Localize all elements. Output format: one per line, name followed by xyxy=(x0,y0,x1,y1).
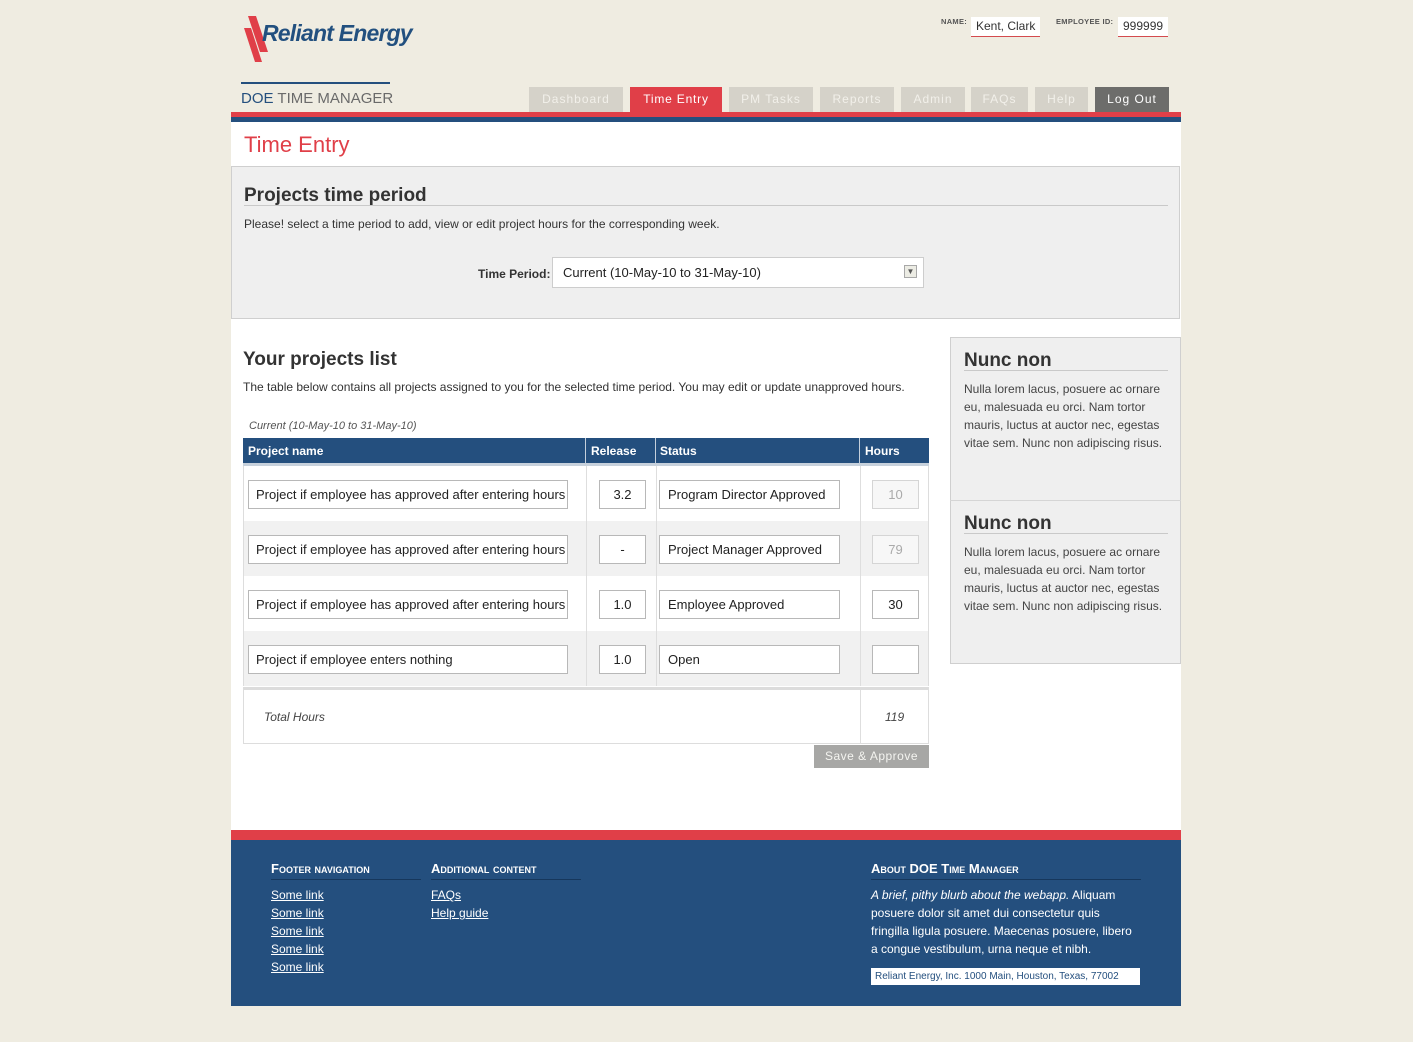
projects-list-description: The table below contains all projects as… xyxy=(243,380,905,394)
sidebar-block-title: Nunc non xyxy=(964,513,1052,534)
nav-faqs[interactable]: FAQs xyxy=(971,87,1028,112)
sidebar-block-text: Nulla lorem lacus, posuere ac ornare eu,… xyxy=(964,545,1163,613)
footer-about-title: About DOE Time Manager xyxy=(871,861,1141,880)
project-name-field[interactable]: Project if employee has approved after e… xyxy=(248,590,568,619)
column-header-project-name: Project name xyxy=(248,444,324,458)
employee-name-value: Kent, Clark xyxy=(971,17,1040,37)
table-row: Project if employee has approved after e… xyxy=(243,576,929,631)
table-header: Project name Release Status Hours xyxy=(243,438,929,466)
time-period-rule xyxy=(244,205,1168,206)
footer-link[interactable]: Some link xyxy=(271,924,324,938)
table-caption: Current (10-May-10 to 31-May-10) xyxy=(249,420,417,432)
cell-divider xyxy=(656,521,657,576)
nav-reports[interactable]: Reports xyxy=(820,87,894,112)
footer-link-help-guide[interactable]: Help guide xyxy=(431,906,488,920)
nav-log-out[interactable]: Log Out xyxy=(1095,87,1169,112)
status-field[interactable]: Project Manager Approved xyxy=(659,535,840,564)
sidebar-block-title: Nunc non xyxy=(964,350,1052,371)
cell-divider xyxy=(586,466,587,521)
nav-dashboard[interactable]: Dashboard xyxy=(529,87,623,112)
nav-help[interactable]: Help xyxy=(1035,87,1088,112)
time-period-title: Projects time period xyxy=(244,185,427,206)
footer-address: Reliant Energy, Inc. 1000 Main, Houston,… xyxy=(871,968,1140,985)
footer-band-red xyxy=(231,830,1181,840)
total-hours-label: Total Hours xyxy=(264,710,325,724)
time-period-description: Please! select a time period to add, vie… xyxy=(244,217,720,231)
app-title-suffix: TIME MANAGER xyxy=(277,90,394,107)
release-field[interactable]: 1.0 xyxy=(599,645,646,674)
column-divider xyxy=(585,438,586,463)
sidebar-block-text: Nulla lorem lacus, posuere ac ornare eu,… xyxy=(964,382,1163,450)
release-field[interactable]: - xyxy=(599,535,646,564)
dropdown-arrow-icon[interactable]: ▼ xyxy=(904,265,917,278)
footer-link[interactable]: Some link xyxy=(271,960,324,974)
logo-text: Reliant Energy xyxy=(262,20,413,46)
status-field[interactable]: Open xyxy=(659,645,840,674)
cell-divider xyxy=(860,521,861,576)
hours-field[interactable]: 30 xyxy=(872,590,919,619)
time-period-label: Time Period: xyxy=(478,267,551,281)
app-title-prefix: DOE xyxy=(241,90,274,107)
nav-admin[interactable]: Admin xyxy=(901,87,965,112)
project-name-field[interactable]: Project if employee has approved after e… xyxy=(248,480,568,509)
time-period-select[interactable]: Current (10-May-10 to 31-May-10) xyxy=(552,257,924,288)
release-field[interactable]: 3.2 xyxy=(599,480,646,509)
total-hours-value: 119 xyxy=(885,710,905,724)
footer-additional-title: Additional content xyxy=(431,861,581,880)
cell-divider xyxy=(586,631,587,686)
project-name-field[interactable]: Project if employee has approved after e… xyxy=(248,535,568,564)
status-field[interactable]: Employee Approved xyxy=(659,590,840,619)
footer-link[interactable]: Some link xyxy=(271,888,324,902)
table-row: Project if employee has approved after e… xyxy=(243,521,929,576)
total-row: Total Hours 119 xyxy=(243,687,929,744)
nav-time-entry[interactable]: Time Entry xyxy=(630,87,722,112)
projects-list-title: Your projects list xyxy=(243,349,397,370)
table-row: Project if employee has approved after e… xyxy=(243,466,929,521)
footer-link[interactable]: Some link xyxy=(271,942,324,956)
project-name-field[interactable]: Project if employee enters nothing xyxy=(248,645,568,674)
cell-divider xyxy=(656,466,657,521)
sidebar-divider xyxy=(950,500,1181,501)
table-row: Project if employee enters nothing 1.0 O… xyxy=(243,631,929,686)
column-header-release: Release xyxy=(591,444,637,458)
column-header-status: Status xyxy=(660,444,697,458)
nav-pm-tasks[interactable]: PM Tasks xyxy=(729,87,813,112)
employee-id-label: EMPLOYEE ID: xyxy=(1056,17,1114,26)
footer-link-faqs[interactable]: FAQs xyxy=(431,888,461,902)
footer-nav-title: Footer navigation xyxy=(271,861,421,880)
hours-field: 10 xyxy=(872,480,919,509)
column-divider xyxy=(655,438,656,463)
page: Reliant Energy DOE TIME MANAGER NAME: Ke… xyxy=(0,0,1413,1042)
sidebar-block-rule xyxy=(964,533,1168,534)
app-title: DOE TIME MANAGER xyxy=(241,82,394,107)
footer-about-lead: A brief, pithy blurb about the webapp. xyxy=(871,888,1070,902)
cell-divider xyxy=(586,521,587,576)
footer-link[interactable]: Some link xyxy=(271,906,324,920)
sidebar-block-rule xyxy=(964,370,1168,371)
employee-name-label: NAME: xyxy=(941,17,968,26)
employee-id-value: 999999 xyxy=(1118,17,1168,37)
cell-divider xyxy=(860,466,861,521)
status-field[interactable]: Program Director Approved xyxy=(659,480,840,509)
hours-field: 79 xyxy=(872,535,919,564)
column-header-hours: Hours xyxy=(865,444,900,458)
cell-divider xyxy=(860,576,861,631)
save-approve-button[interactable]: Save & Approve xyxy=(814,745,929,768)
cell-divider xyxy=(656,576,657,631)
cell-divider xyxy=(860,690,861,744)
footer-about-text: A brief, pithy blurb about the webapp. A… xyxy=(871,886,1141,958)
page-title: Time Entry xyxy=(244,132,350,157)
cell-divider xyxy=(656,631,657,686)
column-divider xyxy=(859,438,860,463)
cell-divider xyxy=(586,576,587,631)
cell-divider xyxy=(860,631,861,686)
hours-field[interactable] xyxy=(872,645,919,674)
release-field[interactable]: 1.0 xyxy=(599,590,646,619)
